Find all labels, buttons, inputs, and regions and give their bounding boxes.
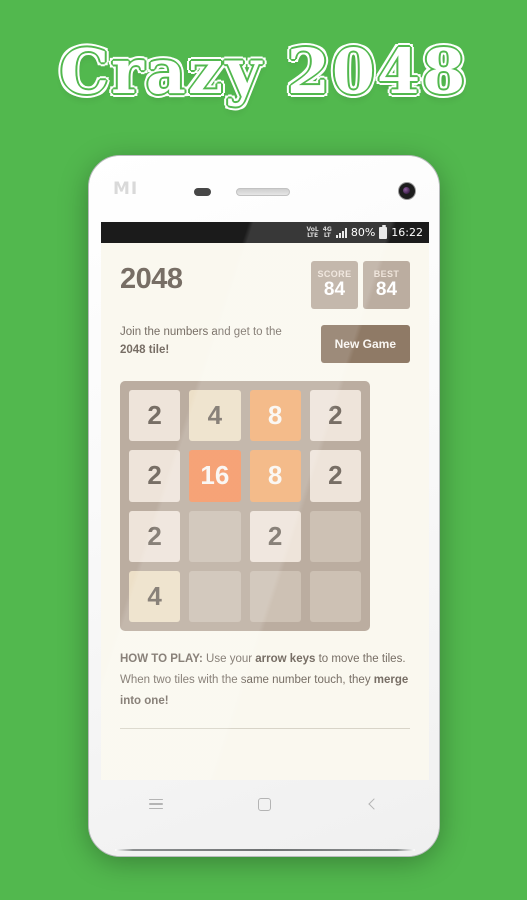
tile-8: 8 bbox=[249, 390, 301, 442]
howto-bold1: arrow keys bbox=[255, 653, 316, 665]
score-label: SCORE bbox=[317, 269, 352, 279]
game-title: 2048 bbox=[120, 263, 183, 295]
home-button[interactable] bbox=[245, 789, 285, 819]
intro-bold: 2048 tile! bbox=[120, 344, 170, 356]
tile-2: 2 bbox=[309, 450, 361, 502]
tile-2: 2 bbox=[309, 390, 361, 442]
empty-cell bbox=[189, 570, 241, 622]
navigation-bar bbox=[101, 780, 429, 828]
phone-screen: VoL LTE 4G LT 80% 16:22 2048 SCORE 84 BE… bbox=[101, 222, 429, 780]
signal-bars-icon bbox=[335, 227, 347, 238]
how-to-play-text: HOW TO PLAY: Use your arrow keys to move… bbox=[120, 649, 410, 712]
score-box: SCORE 84 bbox=[311, 261, 358, 309]
tile-2: 2 bbox=[249, 510, 301, 562]
back-icon bbox=[368, 798, 380, 810]
howto-heading: HOW TO PLAY: bbox=[120, 653, 203, 665]
battery-percent: 80% bbox=[350, 226, 376, 239]
header-row: 2048 SCORE 84 BEST 84 bbox=[120, 261, 410, 309]
menu-icon bbox=[148, 798, 163, 810]
mi-logo: MI bbox=[113, 179, 139, 199]
empty-cell bbox=[249, 570, 301, 622]
phone-device: MI VoL LTE 4G LT 80% 16:22 2048 SCORE 84… bbox=[88, 155, 440, 857]
proximity-sensor-icon bbox=[194, 188, 211, 196]
banner: Crazy 2048 bbox=[0, 0, 527, 150]
score-container: SCORE 84 BEST 84 bbox=[311, 261, 410, 309]
new-game-button[interactable]: New Game bbox=[320, 325, 410, 363]
phone-top-bezel: MI bbox=[89, 156, 439, 222]
tile-16: 16 bbox=[189, 450, 241, 502]
howto-part1: Use your bbox=[202, 653, 256, 665]
score-value: 84 bbox=[323, 279, 346, 300]
battery-icon bbox=[379, 224, 388, 239]
subheader-row: Join the numbers and get to the 2048 til… bbox=[120, 323, 410, 363]
game-page: 2048 SCORE 84 BEST 84 Join the numbers a… bbox=[101, 243, 429, 729]
best-value: 84 bbox=[375, 279, 398, 300]
best-label: BEST bbox=[373, 269, 400, 279]
intro-text: Join the numbers and get to the 2048 til… bbox=[120, 323, 285, 359]
tile-2: 2 bbox=[129, 390, 181, 442]
earpiece-speaker-icon bbox=[236, 188, 290, 196]
home-icon bbox=[258, 797, 272, 811]
tile-4: 4 bbox=[189, 390, 241, 442]
front-camera-icon bbox=[399, 183, 415, 199]
empty-cell bbox=[189, 510, 241, 562]
phone-bottom-trim bbox=[115, 849, 415, 851]
status-clock: 16:22 bbox=[391, 226, 423, 239]
tile-4: 4 bbox=[129, 570, 181, 622]
tile-2: 2 bbox=[129, 450, 181, 502]
best-score-box: BEST 84 bbox=[363, 261, 410, 309]
game-grid[interactable]: 2 4 8 2 2 16 8 2 2 2 4 bbox=[120, 381, 370, 631]
divider bbox=[120, 728, 410, 729]
volte-icon: VoL LTE bbox=[306, 225, 319, 239]
tile-2: 2 bbox=[129, 510, 181, 562]
empty-cell bbox=[309, 570, 361, 622]
intro-prefix: Join the numbers and get to the bbox=[120, 326, 282, 338]
menu-button[interactable] bbox=[136, 789, 176, 819]
status-bar: VoL LTE 4G LT 80% 16:22 bbox=[101, 222, 429, 243]
back-button[interactable] bbox=[354, 789, 394, 819]
tile-8: 8 bbox=[249, 450, 301, 502]
network-4g-icon: 4G LT bbox=[322, 225, 332, 239]
page-title: Crazy 2048 bbox=[59, 35, 468, 108]
empty-cell bbox=[309, 510, 361, 562]
